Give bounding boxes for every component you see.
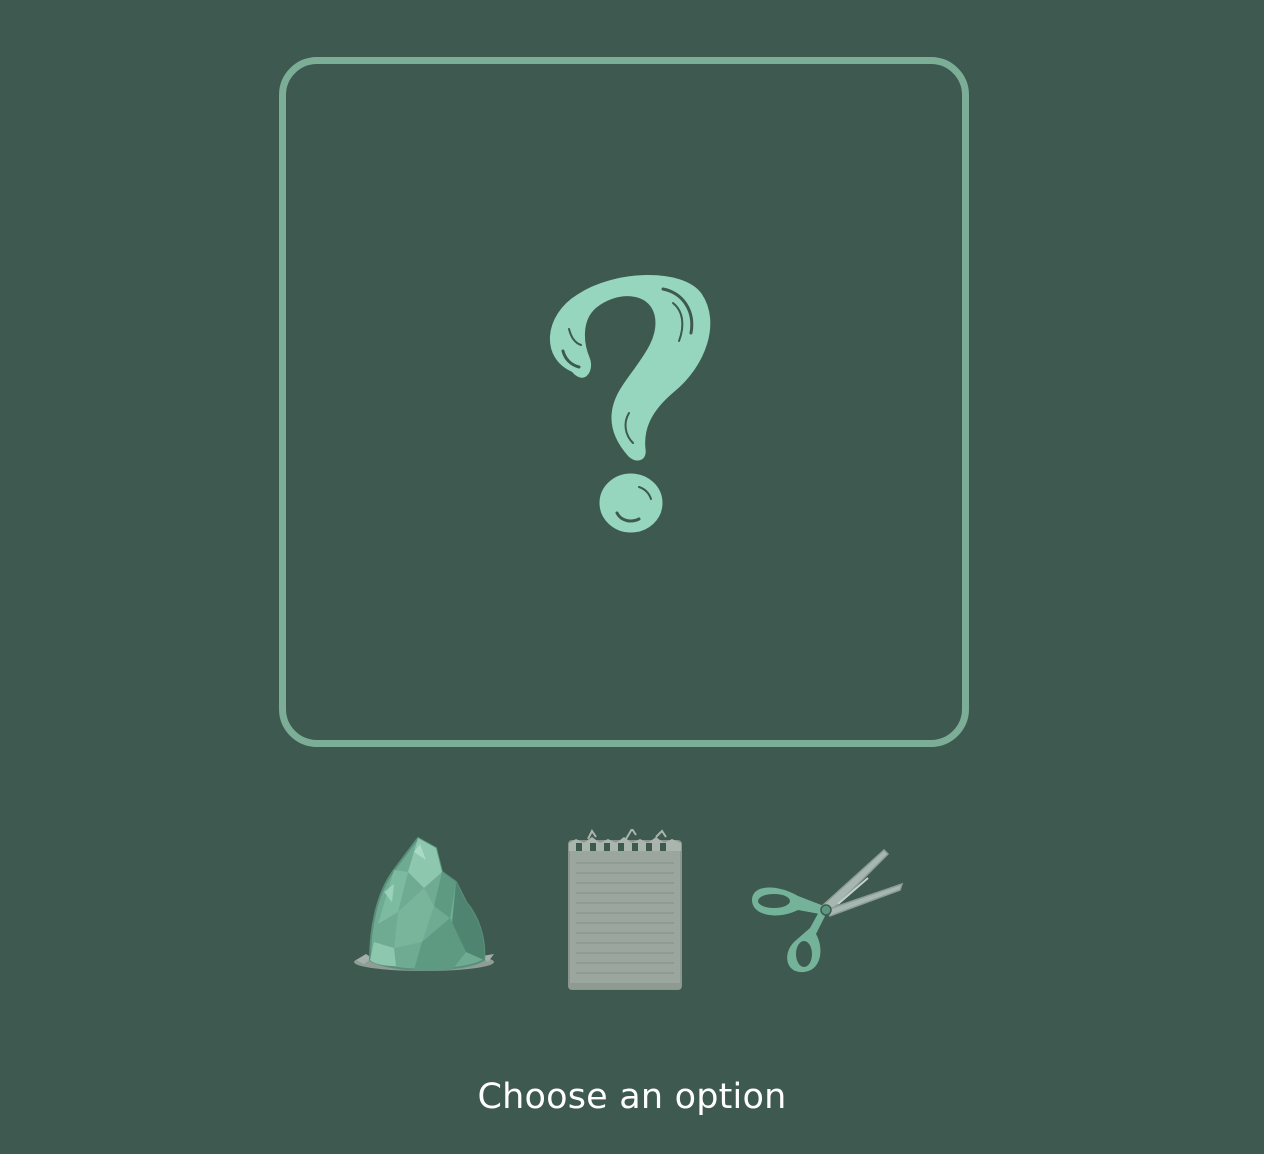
paper-choice-button[interactable] (566, 829, 684, 991)
rock-icon (354, 836, 494, 971)
notepad-paper-icon (568, 829, 682, 990)
scissors-icon (752, 848, 904, 973)
prompt-text: Choose an option (477, 1077, 787, 1117)
question-mark-icon (547, 272, 714, 536)
rock-choice-button[interactable] (354, 832, 496, 980)
scissors-choice-button[interactable] (748, 848, 904, 976)
